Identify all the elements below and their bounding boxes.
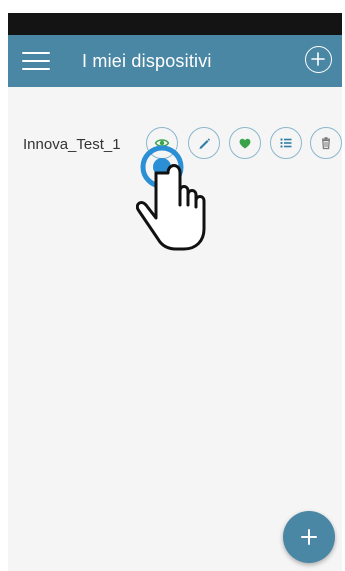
pencil-icon [199, 138, 211, 149]
device-details-button[interactable] [270, 127, 302, 159]
view-device-button[interactable] [146, 127, 178, 159]
favorite-device-button[interactable] [229, 127, 261, 159]
trash-icon [322, 137, 330, 150]
page-title: I miei dispositivi [82, 51, 212, 71]
device-name: Innova_Test_1 [23, 136, 121, 153]
add-device-button[interactable] [305, 46, 332, 73]
app-bar: I miei dispositivi [8, 35, 342, 87]
add-fab-button[interactable] [283, 511, 335, 563]
hamburger-menu-icon[interactable] [22, 49, 50, 73]
list-icon [280, 138, 292, 148]
plus-icon [301, 529, 317, 545]
delete-device-button[interactable] [310, 127, 342, 159]
heart-icon [239, 138, 251, 149]
edit-device-button[interactable] [188, 127, 220, 159]
plus-circle-icon [311, 52, 325, 66]
device-list: Innova_Test_1 [8, 87, 342, 571]
list-item: Innova_Test_1 [8, 127, 342, 163]
eye-icon [154, 139, 170, 147]
status-bar [8, 13, 342, 35]
phone-screen: I miei dispositivi Innova_Test_1 [8, 13, 342, 571]
